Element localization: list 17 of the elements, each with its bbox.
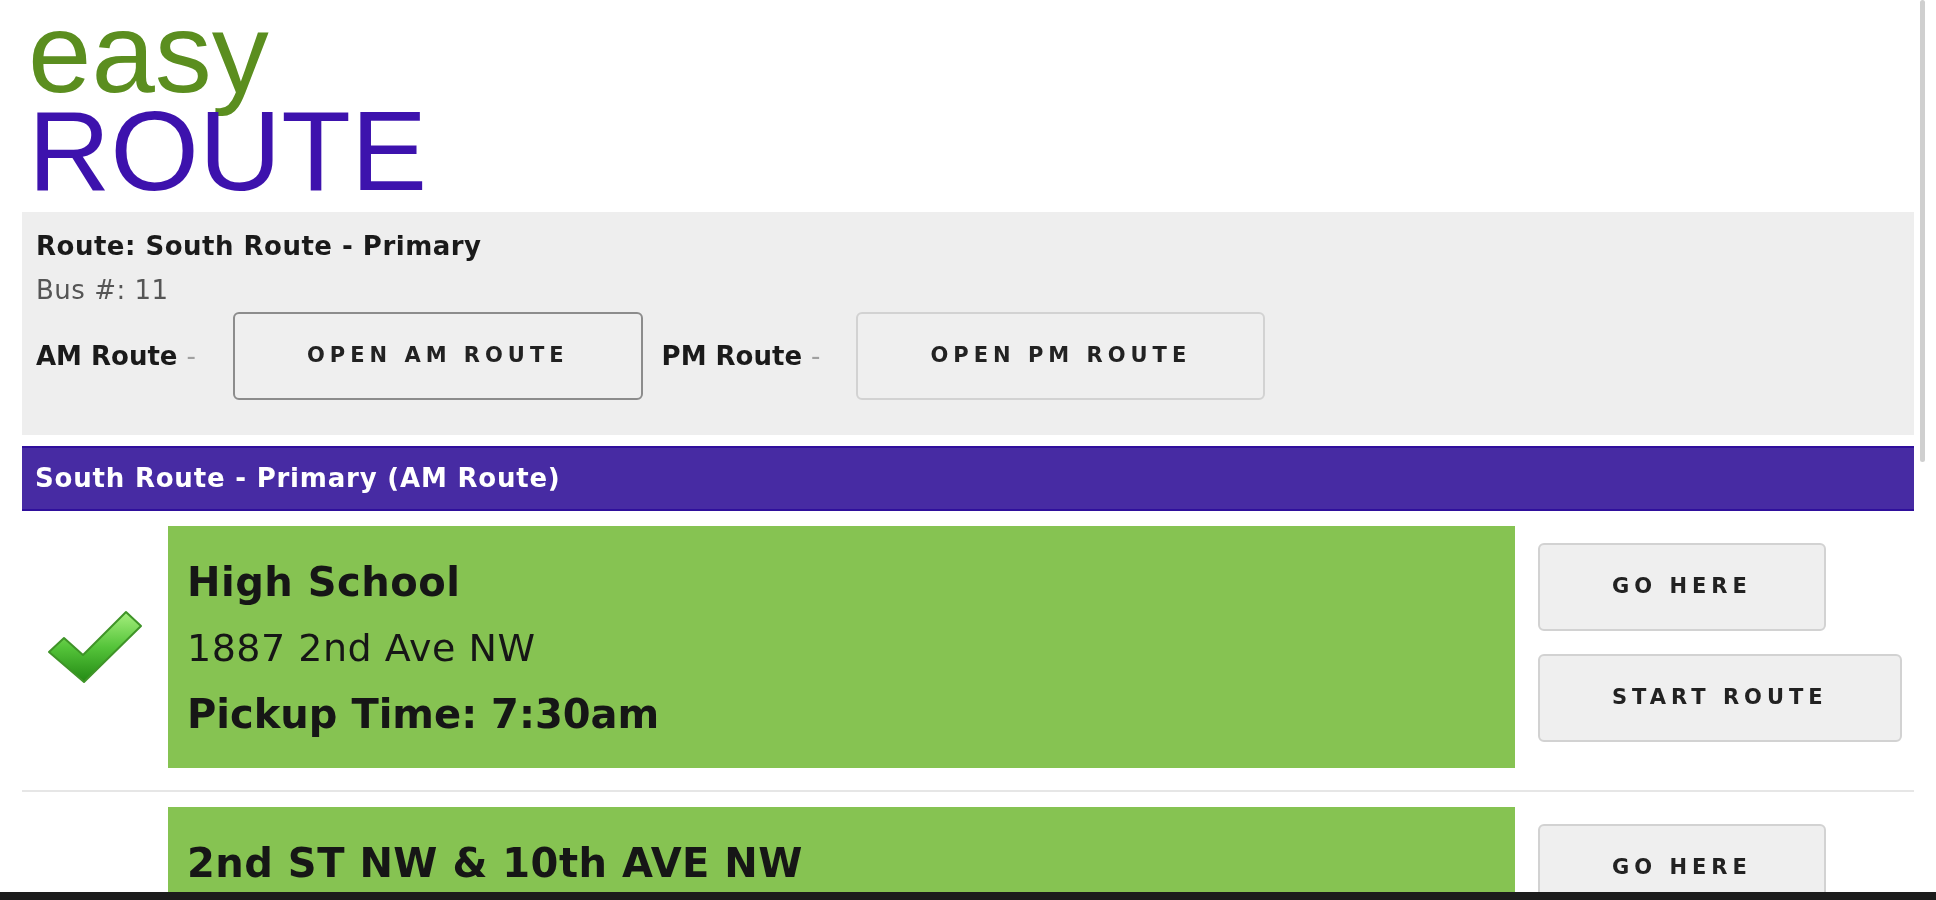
stop-address: 1887 2nd Ave NW bbox=[187, 625, 536, 672]
route-label: AM Route bbox=[36, 339, 178, 373]
go-here-button[interactable]: GO HERE bbox=[1538, 824, 1826, 892]
stop-name: 2nd ST NW & 10th AVE NW bbox=[187, 839, 803, 888]
stop-name: High School bbox=[187, 558, 461, 607]
dash-separator: - bbox=[186, 339, 196, 373]
open-route-button[interactable]: OPEN AM ROUTE bbox=[232, 312, 643, 400]
start-route-button[interactable]: START ROUTE bbox=[1538, 654, 1902, 742]
route-label: PM Route bbox=[661, 339, 803, 373]
dash-separator: - bbox=[811, 339, 821, 373]
route-name: Route: South Route - Primary bbox=[36, 230, 482, 263]
route-title-bar: South Route - Primary (AM Route) bbox=[22, 446, 1914, 511]
pickup-time: Pickup Time: 7:30am bbox=[187, 690, 660, 739]
bus-number: Bus #: 11 bbox=[36, 274, 169, 307]
open-route-button[interactable]: OPEN PM ROUTE bbox=[856, 312, 1266, 400]
go-here-button[interactable]: GO HERE bbox=[1538, 543, 1826, 631]
scrollbar-thumb[interactable] bbox=[1920, 0, 1925, 462]
